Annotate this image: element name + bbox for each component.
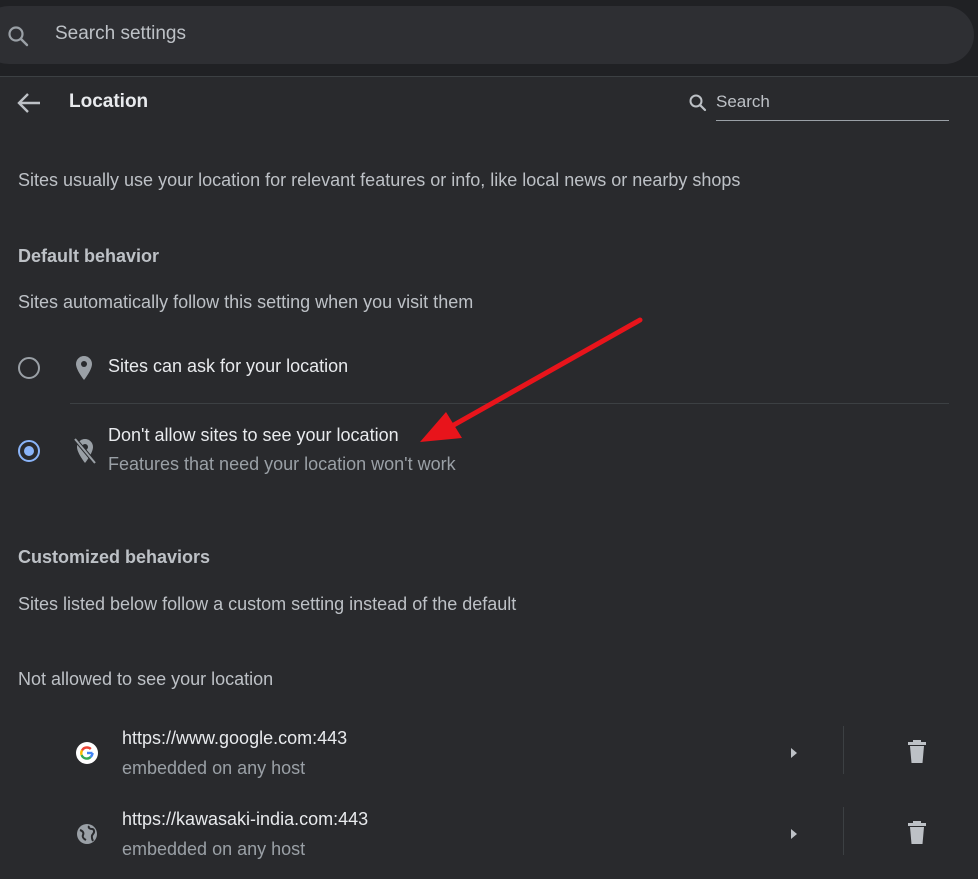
back-button[interactable] [14, 89, 46, 117]
globe-icon [76, 823, 98, 845]
radio-sites-can-ask[interactable] [18, 357, 40, 379]
customized-behaviors-description: Sites listed below follow a custom setti… [18, 594, 517, 614]
page-title: Location [69, 91, 149, 112]
delete-icon[interactable] [905, 739, 929, 765]
intro-text: Sites usually use your location for rele… [18, 170, 741, 190]
default-behavior-description: Sites automatically follow this setting … [18, 292, 474, 312]
row-separator [843, 807, 844, 855]
search-settings-placeholder: Search settings [55, 23, 186, 44]
default-behavior-heading: Default behavior [18, 246, 160, 266]
search-icon [6, 24, 30, 53]
chevron-right-icon[interactable] [786, 744, 802, 762]
location-search-field[interactable]: Search [688, 89, 950, 121]
customized-behaviors-heading: Customized behaviors [18, 547, 211, 567]
site-sublabel: embedded on any host [122, 758, 306, 778]
site-row-kawasaki[interactable]: https://kawasaki-india.com:443 embedded … [0, 801, 978, 879]
location-off-icon [72, 436, 98, 471]
option-divider [70, 403, 949, 404]
option-dont-allow-label[interactable]: Don't allow sites to see your location [108, 425, 399, 446]
not-allowed-heading: Not allowed to see your location [18, 669, 274, 689]
option-dont-allow-sublabel: Features that need your location won't w… [108, 454, 456, 474]
search-underline [716, 120, 949, 121]
option-sites-can-ask-label[interactable]: Sites can ask for your location [108, 356, 348, 377]
top-bar: Search settings [0, 0, 978, 77]
radio-dont-allow[interactable] [18, 440, 40, 462]
site-sublabel: embedded on any host [122, 839, 306, 859]
row-separator [843, 726, 844, 774]
page-header: Location Search [0, 77, 978, 133]
site-row-google[interactable]: https://www.google.com:443 embedded on a… [0, 720, 978, 798]
search-icon [688, 93, 708, 118]
location-search-placeholder: Search [716, 92, 770, 111]
chevron-right-icon[interactable] [786, 825, 802, 843]
delete-icon[interactable] [905, 820, 929, 846]
google-g-icon [76, 742, 98, 764]
site-url: https://kawasaki-india.com:443 [122, 809, 369, 829]
arrow-back-icon [14, 93, 46, 121]
search-settings-field[interactable]: Search settings [0, 6, 974, 64]
location-pin-icon [72, 354, 96, 387]
site-url: https://www.google.com:443 [122, 728, 348, 748]
